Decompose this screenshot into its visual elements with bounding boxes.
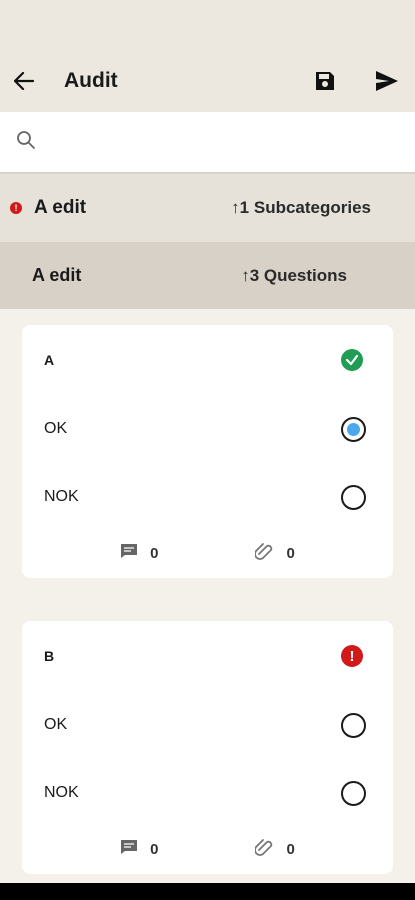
attachments-button[interactable]: 0 — [253, 838, 295, 861]
question-card: B ! OK NOK 0 0 — [22, 621, 393, 874]
comments-button[interactable]: 0 — [120, 839, 159, 860]
question-list: A OK NOK 0 0 B ! OK NOK 0 0 — [0, 309, 415, 874]
question-footer: 0 0 — [22, 531, 393, 576]
category-name: A edit — [34, 197, 87, 218]
option-label: NOK — [44, 784, 79, 801]
save-icon[interactable] — [313, 69, 337, 93]
option-label: OK — [44, 420, 68, 437]
comments-button[interactable]: 0 — [120, 543, 159, 564]
attachment-icon — [253, 542, 275, 565]
question-footer: 0 0 — [22, 827, 393, 872]
option-ok[interactable]: OK — [22, 395, 393, 463]
question-header: A — [22, 325, 393, 395]
comment-icon — [120, 839, 138, 860]
comment-icon — [120, 543, 138, 564]
attachments-button[interactable]: 0 — [253, 542, 295, 565]
check-circle-icon — [341, 349, 363, 371]
category-count: ↑1 Subcategories — [231, 198, 371, 217]
radio-selected[interactable] — [341, 416, 366, 442]
option-nok[interactable]: NOK — [22, 759, 393, 827]
attachment-icon — [253, 838, 275, 861]
error-icon: ! — [10, 202, 22, 214]
category-row[interactable]: ! A edit ↑1 Subcategories — [0, 174, 415, 242]
attachment-count: 0 — [286, 841, 295, 858]
question-header: B ! — [22, 621, 393, 691]
back-arrow-icon[interactable] — [12, 69, 36, 93]
search-input[interactable] — [46, 133, 399, 151]
comment-count: 0 — [150, 545, 159, 562]
subcategory-count: ↑3 Questions — [241, 265, 347, 285]
radio-unselected[interactable] — [341, 780, 366, 806]
search-icon — [16, 130, 36, 155]
subcategory-row[interactable]: A edit ↑3 Questions — [0, 242, 415, 309]
error-icon: ! — [341, 645, 363, 667]
search-bar — [0, 112, 415, 174]
question-label: A — [44, 352, 55, 368]
question-card: A OK NOK 0 0 — [22, 325, 393, 578]
send-icon[interactable] — [375, 69, 399, 93]
option-nok[interactable]: NOK — [22, 463, 393, 531]
question-label: B — [44, 648, 55, 664]
option-label: NOK — [44, 488, 79, 505]
page-title: Audit — [64, 69, 118, 92]
option-ok[interactable]: OK — [22, 691, 393, 759]
system-nav-bar — [0, 883, 415, 900]
app-bar: Audit — [0, 50, 415, 112]
radio-unselected[interactable] — [341, 484, 366, 510]
subcategory-name: A edit — [32, 265, 82, 285]
comment-count: 0 — [150, 841, 159, 858]
radio-unselected[interactable] — [341, 712, 366, 738]
option-label: OK — [44, 716, 68, 733]
attachment-count: 0 — [286, 545, 295, 562]
status-bar — [0, 0, 415, 50]
